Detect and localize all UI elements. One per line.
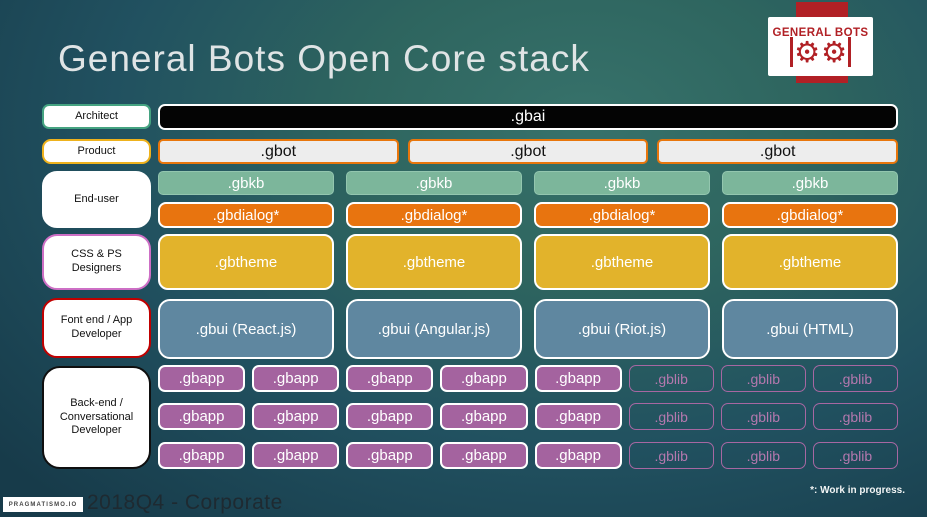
stack-box-gblib: .gblib — [812, 365, 898, 392]
stack-box-gbapp: .gbapp — [346, 365, 434, 392]
stack-box-gbapp: .gbapp — [534, 442, 622, 469]
role-label-end-user: End-user — [42, 171, 151, 228]
stack-box-gblib: .gblib — [628, 442, 714, 469]
stack-box-gbkb: .gbkb — [534, 171, 710, 195]
stack-box-gblib: .gblib — [628, 403, 714, 430]
stack-box-gbot: .gbot — [657, 139, 899, 164]
stack-box-gbapp: .gbapp — [158, 403, 246, 430]
role-label-architect: Architect — [42, 104, 151, 129]
stack-box-gbapp: .gbapp — [346, 442, 434, 469]
slide: General Bots Open Core stack GENERAL BOT… — [0, 0, 927, 517]
row-gbai: .gbai — [158, 104, 898, 130]
stack-box-gbkb: .gbkb — [346, 171, 522, 195]
stack-box-gbapp: .gbapp — [346, 403, 434, 430]
role-label-css-ps-designers: CSS & PS Designers — [42, 234, 151, 290]
stack-box-gbtheme: .gbtheme — [722, 234, 898, 290]
stack-box-gbkb: .gbkb — [158, 171, 334, 195]
stack-box-gbapp: .gbapp — [252, 403, 340, 430]
stack-box-gblib: .gblib — [812, 403, 898, 430]
stack-box-gbui-react: .gbui (React.js) — [158, 299, 334, 359]
stack-box-gbdialog: .gbdialog* — [346, 202, 522, 228]
stack-box-gbui-angular: .gbui (Angular.js) — [346, 299, 522, 359]
stack-box-gbot: .gbot — [158, 139, 399, 164]
row-gbui: .gbui (React.js) .gbui (Angular.js) .gbu… — [158, 299, 898, 359]
gears-icon: ⚙ ⚙ — [790, 34, 851, 69]
stack-box-gbapp: .gbapp — [158, 442, 246, 469]
stack-box-gbdialog: .gbdialog* — [534, 202, 710, 228]
slide-footer-info: 2018Q4 - Corporate — [87, 491, 283, 514]
stack-box-gbtheme: .gbtheme — [158, 234, 334, 290]
role-label-front-end-app-developer: Font end / App Developer — [42, 298, 151, 358]
stack-box-gbai: .gbai — [158, 104, 898, 130]
stack-box-gblib: .gblib — [812, 442, 898, 469]
row-gbtheme: .gbtheme .gbtheme .gbtheme .gbtheme — [158, 234, 898, 290]
stack-box-gbapp: .gbapp — [158, 365, 246, 392]
stack-box-gbapp: .gbapp — [440, 403, 528, 430]
gear-icon: ⚙ — [821, 34, 847, 69]
stack-box-gbapp: .gbapp — [252, 442, 340, 469]
stack-box-gbui-riot: .gbui (Riot.js) — [534, 299, 710, 359]
row-gbkb: .gbkb .gbkb .gbkb .gbkb — [158, 171, 898, 195]
gear-bar-left — [790, 36, 793, 67]
stack-box-gbapp: .gbapp — [440, 442, 528, 469]
stack-box-gbui-html: .gbui (HTML) — [722, 299, 898, 359]
row-gbapp-gblib-2: .gbapp .gbapp .gbapp .gbapp .gbapp .gbli… — [158, 403, 898, 430]
role-label-product: Product — [42, 139, 151, 164]
work-in-progress-note: *: Work in progress. — [810, 485, 905, 496]
gear-icon: ⚙ — [794, 34, 820, 69]
gear-bar-right — [848, 36, 851, 67]
stack-box-gbkb: .gbkb — [722, 171, 898, 195]
stack-box-gblib: .gblib — [720, 403, 806, 430]
stack-box-gblib: .gblib — [720, 442, 806, 469]
stack-box-gbapp: .gbapp — [534, 365, 622, 392]
stack-box-gbapp: .gbapp — [440, 365, 528, 392]
stack-box-gbdialog: .gbdialog* — [158, 202, 334, 228]
stack-box-gbdialog: .gbdialog* — [722, 202, 898, 228]
stack-box-gbtheme: .gbtheme — [346, 234, 522, 290]
row-gbapp-gblib-3: .gbapp .gbapp .gbapp .gbapp .gbapp .gbli… — [158, 442, 898, 469]
stack-box-gblib: .gblib — [720, 365, 806, 392]
row-gbdialog: .gbdialog* .gbdialog* .gbdialog* .gbdial… — [158, 202, 898, 228]
row-gbapp-gblib-1: .gbapp .gbapp .gbapp .gbapp .gbapp .gbli… — [158, 365, 898, 392]
stack-box-gblib: .gblib — [628, 365, 714, 392]
row-gbot: .gbot .gbot .gbot — [158, 139, 899, 164]
page-title: General Bots Open Core stack — [58, 38, 590, 79]
stack-box-gbot: .gbot — [407, 139, 649, 164]
pragmatismo-brand-badge: PRAGMATISMO.IO — [3, 497, 83, 512]
stack-box-gbapp: .gbapp — [252, 365, 340, 392]
stack-box-gbtheme: .gbtheme — [534, 234, 710, 290]
role-label-back-end-conversational-developer: Back-end / Conversational Developer — [42, 366, 151, 469]
stack-box-gbapp: .gbapp — [534, 403, 622, 430]
general-bots-logo: GENERAL BOTS ⚙ ⚙ — [768, 17, 873, 76]
